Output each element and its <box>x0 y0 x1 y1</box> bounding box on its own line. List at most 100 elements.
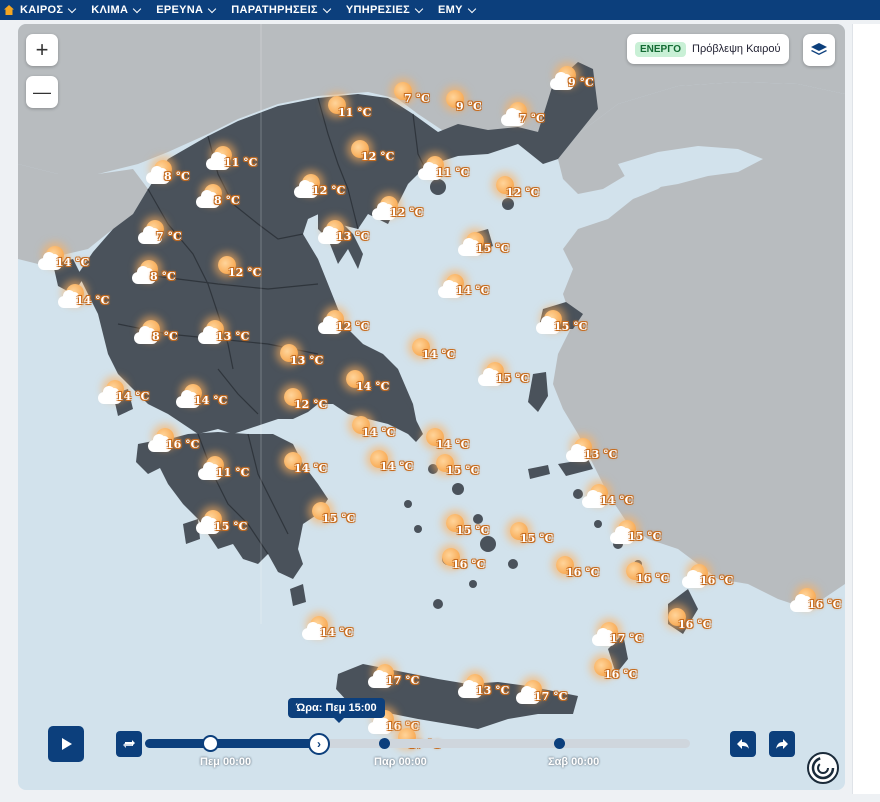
step-back-button[interactable] <box>730 731 756 757</box>
timeline-tick: Παρ 00:00 <box>374 756 427 768</box>
station-temperature: 11 °C <box>224 156 258 169</box>
zoom-out-button[interactable]: — <box>26 76 58 108</box>
station-marker[interactable]: 16 °C <box>434 548 504 584</box>
timeline-track[interactable]: › <box>145 733 690 755</box>
station-marker[interactable]: 17 °C <box>368 664 438 700</box>
station-marker[interactable]: 15 °C <box>478 362 548 398</box>
station-marker[interactable]: 7 °C <box>501 102 571 138</box>
station-marker[interactable]: 12 °C <box>276 388 346 424</box>
station-marker[interactable]: 12 °C <box>210 256 280 292</box>
weather-map[interactable]: 7 °C 9 °C 9 °C 11 °C 7 °C 11 °C 12 °C 8 °C 11 °C… <box>18 24 845 790</box>
station-marker[interactable]: 14 °C <box>582 484 652 520</box>
station-marker[interactable]: 14 °C <box>38 246 108 282</box>
station-marker[interactable]: 14 °C <box>338 370 408 406</box>
station-marker[interactable]: 12 °C <box>488 176 558 212</box>
station-temperature: 12 °C <box>312 184 346 197</box>
step-forward-button[interactable] <box>769 731 795 757</box>
forecast-toggle[interactable]: ΕΝΕΡΓΟ Πρόβλεψη Καιρού <box>627 34 789 64</box>
station-marker[interactable]: 16 °C <box>548 556 618 592</box>
station-temperature: 13 °C <box>290 354 324 367</box>
zoom-in-button[interactable]: + <box>26 34 58 66</box>
station-marker[interactable]: 14 °C <box>176 384 246 420</box>
station-marker[interactable]: 11 °C <box>206 146 276 182</box>
layers-button[interactable] <box>803 34 835 66</box>
station-temperature: 13 °C <box>216 330 250 343</box>
station-marker[interactable]: 16 °C <box>682 564 752 600</box>
station-marker[interactable]: 15 °C <box>458 232 528 268</box>
station-marker[interactable]: 15 °C <box>502 522 572 558</box>
station-marker[interactable]: 13 °C <box>198 320 268 356</box>
nav-item-klima[interactable]: ΚΛΙΜΑ <box>91 4 142 16</box>
station-marker[interactable]: 14 °C <box>98 380 168 416</box>
nav-item-paratiriseis[interactable]: ΠΑΡΑΤΗΡΗΣΕΙΣ <box>231 4 332 16</box>
step-forward-icon <box>776 739 788 749</box>
station-temperature: 16 °C <box>604 668 638 681</box>
station-temperature: 15 °C <box>446 464 480 477</box>
station-temperature: 12 °C <box>228 266 262 279</box>
station-marker[interactable]: 9 °C <box>438 90 508 126</box>
station-marker[interactable]: 11 °C <box>320 96 390 132</box>
station-marker[interactable]: 14 °C <box>276 452 346 488</box>
station-marker[interactable]: 11 °C <box>198 456 268 492</box>
station-marker[interactable]: 12 °C <box>294 174 364 210</box>
chevron-down-icon <box>68 4 77 13</box>
station-marker[interactable]: 15 °C <box>428 454 498 490</box>
nav-item-emy[interactable]: ΕΜΥ <box>438 4 477 16</box>
station-temperature: 12 °C <box>336 320 370 333</box>
nav-label: ΕΜΥ <box>438 4 463 16</box>
station-marker[interactable]: 15 °C <box>304 502 374 538</box>
station-marker[interactable]: 16 °C <box>618 562 688 598</box>
station-marker[interactable]: 15 °C <box>196 510 266 546</box>
station-marker[interactable]: 8 °C <box>134 320 204 356</box>
chevron-down-icon <box>414 4 424 13</box>
station-marker[interactable]: 13 °C <box>272 344 342 380</box>
station-marker[interactable]: 15 °C <box>438 514 508 550</box>
station-temperature: 8 °C <box>214 194 240 207</box>
station-temperature: 15 °C <box>322 512 356 525</box>
nav-item-ypiresies[interactable]: ΥΠΗΡΕΣΙΕΣ <box>346 4 424 16</box>
station-marker[interactable]: 12 °C <box>318 310 388 346</box>
station-marker[interactable]: 14 °C <box>58 284 128 320</box>
station-temperature: 11 °C <box>216 466 250 479</box>
station-marker[interactable]: 7 °C <box>138 220 208 256</box>
station-temperature: 14 °C <box>294 462 328 475</box>
station-marker[interactable]: 8 °C <box>132 260 202 296</box>
home-icon[interactable] <box>4 5 14 15</box>
station-temperature: 14 °C <box>422 348 456 361</box>
station-marker[interactable]: 16 °C <box>586 658 656 694</box>
station-temperature: 7 °C <box>519 112 545 125</box>
loop-icon <box>123 740 135 748</box>
station-marker[interactable]: 11 °C <box>418 156 488 192</box>
play-button[interactable] <box>48 726 84 762</box>
station-marker[interactable]: 15 °C <box>536 310 606 346</box>
station-marker[interactable]: 14 °C <box>404 338 474 374</box>
station-marker[interactable]: 8 °C <box>196 184 266 220</box>
station-marker[interactable]: 16 °C <box>790 588 845 624</box>
station-marker[interactable]: 13 °C <box>566 438 636 474</box>
station-marker[interactable]: 13 °C <box>318 220 388 256</box>
station-temperature: 11 °C <box>338 106 372 119</box>
timeline-day-marker[interactable] <box>379 738 390 749</box>
station-marker[interactable]: 14 °C <box>438 274 508 310</box>
loop-button[interactable] <box>116 731 142 757</box>
timeline-handle[interactable]: › <box>308 733 330 755</box>
top-nav: ΚΑΙΡΟΣ ΚΛΙΜΑ ΕΡΕΥΝΑ ΠΑΡΑΤΗΡΗΣΕΙΣ ΥΠΗΡΕΣΙ… <box>0 0 880 20</box>
station-temperature: 14 °C <box>456 284 490 297</box>
station-temperature: 8 °C <box>164 170 190 183</box>
station-temperature: 13 °C <box>584 448 618 461</box>
station-marker[interactable]: 14 °C <box>362 450 432 486</box>
station-temperature: 14 °C <box>194 394 228 407</box>
station-marker[interactable]: 9 °C <box>550 66 620 102</box>
station-marker[interactable]: 15 °C <box>610 520 680 556</box>
station-marker[interactable]: 14 °C <box>302 616 372 652</box>
station-marker[interactable]: 12 °C <box>343 140 413 176</box>
station-temperature: 16 °C <box>166 438 200 451</box>
timeline-day-marker[interactable] <box>554 738 565 749</box>
nav-item-kairos[interactable]: ΚΑΙΡΟΣ <box>20 4 77 16</box>
station-temperature: 16 °C <box>700 574 734 587</box>
station-temperature: 9 °C <box>568 76 594 89</box>
nav-item-erevna[interactable]: ΕΡΕΥΝΑ <box>156 4 217 16</box>
station-marker[interactable]: 14 °C <box>344 416 414 452</box>
station-marker[interactable]: 17 °C <box>592 622 662 658</box>
station-marker[interactable]: 16 °C <box>660 608 730 644</box>
